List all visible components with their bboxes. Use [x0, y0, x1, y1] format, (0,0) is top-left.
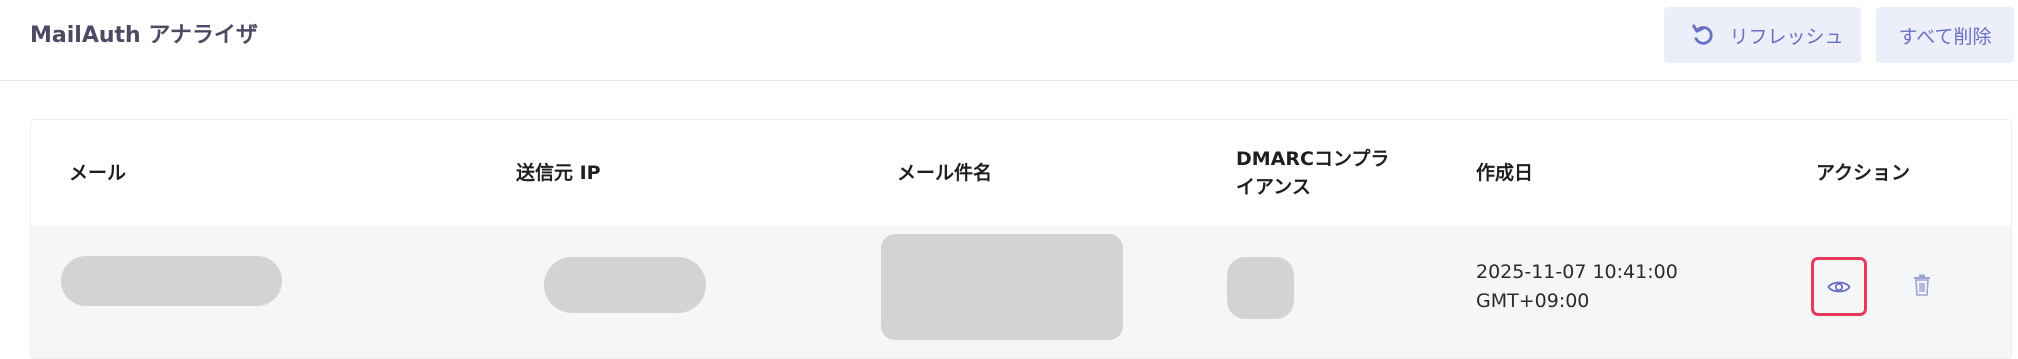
created-date-line-1: 2025-11-07 10:41:00 — [1476, 261, 1678, 283]
created-date-line-2: GMT+09:00 — [1476, 290, 1590, 312]
column-header-dmarc-line-2: イアンス — [1236, 176, 1311, 198]
trash-icon — [1913, 274, 1931, 296]
column-header-dmarc-line-1: DMARCコンプラ — [1236, 148, 1390, 170]
column-header-actions: アクション — [1816, 162, 1911, 184]
created-date: 2025-11-07 10:41:00 GMT+09:00 — [1476, 258, 1678, 316]
refresh-icon — [1689, 21, 1717, 49]
email-skeleton — [61, 256, 282, 306]
subject-skeleton — [881, 234, 1123, 340]
refresh-label: リフレッシュ — [1729, 25, 1844, 48]
view-button[interactable] — [1811, 257, 1867, 316]
eye-icon — [1827, 279, 1851, 295]
sender-ip-skeleton — [544, 257, 706, 313]
column-header-dmarc: DMARCコンプラ イアンス — [1236, 145, 1389, 201]
column-header-sender-ip: 送信元 IP — [516, 162, 601, 184]
column-header-subject: メール件名 — [897, 162, 993, 184]
delete-all-button[interactable]: すべて削除 — [1876, 7, 2014, 63]
delete-button[interactable] — [1909, 270, 1935, 300]
column-header-email: メール — [69, 162, 127, 184]
table-row: 2025-11-07 10:41:00 GMT+09:00 — [31, 226, 2011, 358]
app-title: MailAuth アナライザ — [30, 23, 258, 48]
dmarc-skeleton — [1227, 257, 1294, 319]
table-header: メール 送信元 IP メール件名 DMARCコンプラ イアンス 作成日 アクショ… — [31, 120, 2011, 226]
app-header: MailAuth アナライザ リフレッシュ すべて削除 — [0, 0, 2018, 81]
email-table: メール 送信元 IP メール件名 DMARCコンプラ イアンス 作成日 アクショ… — [30, 119, 2012, 359]
refresh-button[interactable]: リフレッシュ — [1664, 7, 1861, 63]
column-header-created: 作成日 — [1476, 162, 1534, 184]
